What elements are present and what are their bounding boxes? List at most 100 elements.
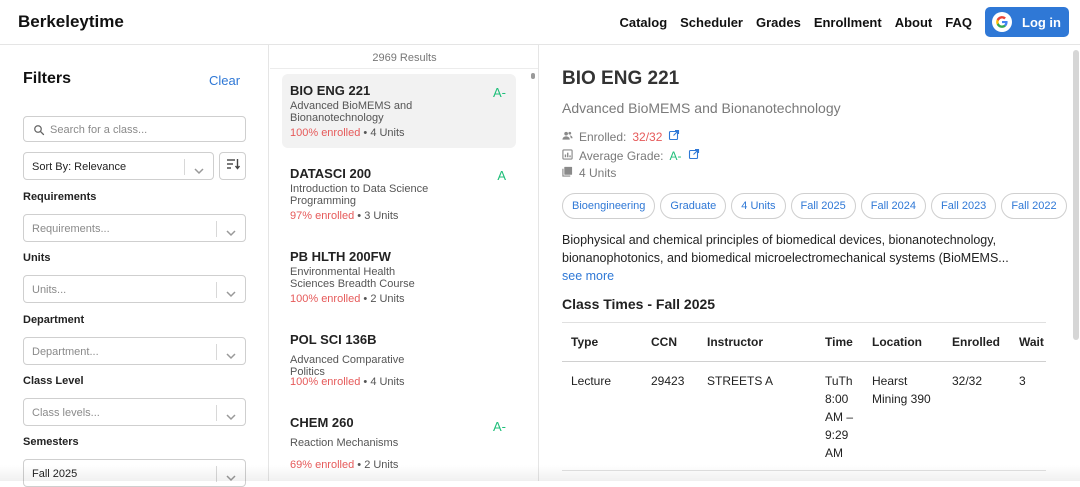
sort-by-value: Sort By: Relevance — [32, 161, 127, 173]
units-placeholder: Units... — [32, 284, 67, 296]
course-units: • 4 Units — [363, 376, 405, 388]
detail-scrollbar[interactable] — [1073, 50, 1079, 340]
chevron-down-icon — [226, 408, 236, 426]
course-meta: 100% enrolled • 4 Units — [290, 376, 405, 388]
course-code: CHEM 260 — [290, 415, 354, 430]
tag-level[interactable]: Graduate — [660, 193, 727, 219]
brand-logo[interactable]: Berkeleytime — [18, 12, 124, 32]
course-units: • 2 Units — [357, 459, 399, 471]
department-label: Department — [23, 314, 85, 326]
course-title: Environmental Health Sciences Breadth Co… — [290, 266, 415, 290]
chart-icon — [562, 148, 573, 163]
see-more-link[interactable]: see more — [562, 269, 614, 283]
cell-location: Hearst Mining 390 — [872, 374, 931, 406]
course-card[interactable]: DATASCI 200 A Introduction to Data Scien… — [282, 157, 516, 231]
requirements-placeholder: Requirements... — [32, 223, 110, 235]
course-title: Advanced BioMEMS and Bionanotechnology — [290, 100, 413, 124]
table-divider — [562, 361, 1046, 362]
external-link-icon[interactable] — [668, 129, 680, 144]
course-card[interactable]: BIO ENG 221 A- Advanced BioMEMS and Bion… — [282, 74, 516, 148]
result-count: 2969 Results — [372, 52, 437, 64]
units-select[interactable]: Units... — [23, 275, 246, 303]
chevron-down-icon — [226, 469, 236, 487]
col-header-enrolled: Enrolled — [952, 335, 1001, 349]
nav-catalog[interactable]: Catalog — [619, 15, 667, 30]
results-scrollbar[interactable] — [531, 73, 535, 79]
nav-faq[interactable]: FAQ — [945, 15, 972, 30]
enrolled-value: 32/32 — [632, 129, 663, 144]
nav-scheduler[interactable]: Scheduler — [680, 15, 743, 30]
course-card[interactable]: PB HLTH 200FW Environmental Health Scien… — [282, 240, 516, 314]
cell-enrolled: 32/32 — [952, 374, 983, 388]
course-code: BIO ENG 221 — [290, 83, 371, 98]
select-divider — [216, 221, 217, 237]
nav-grades[interactable]: Grades — [756, 15, 801, 30]
search-placeholder: Search for a class... — [50, 124, 148, 136]
select-divider — [216, 405, 217, 421]
units-stat: 4 Units — [562, 166, 616, 180]
semesters-select[interactable]: Fall 2025 — [23, 459, 246, 487]
course-description: Biophysical and chemical principles of b… — [562, 231, 1032, 285]
enrolled-stat: Enrolled: 32/32 — [562, 129, 680, 144]
tag-semester[interactable]: Fall 2025 — [790, 193, 856, 219]
divider — [270, 68, 538, 69]
course-title: Introduction to Data Science Programming — [290, 183, 429, 207]
sort-direction-button[interactable] — [219, 152, 246, 180]
requirements-label: Requirements — [23, 191, 97, 203]
course-units: • 4 Units — [363, 127, 405, 139]
course-grade: A — [497, 168, 506, 183]
enrolled-label: Enrolled: — [579, 129, 627, 144]
tag-semester[interactable]: Fall 2024 — [860, 193, 927, 219]
class-search-input[interactable]: Search for a class... — [23, 116, 246, 142]
department-placeholder: Department... — [32, 346, 99, 358]
tag-department[interactable]: Bioengineering — [562, 193, 656, 219]
table-divider — [562, 322, 1046, 323]
cell-ccn: 29423 — [651, 374, 685, 388]
course-grade: A- — [493, 85, 506, 100]
course-enrolled: 97% enrolled — [290, 210, 355, 222]
external-link-icon[interactable] — [688, 148, 700, 163]
course-title: Advanced Comparative Politics — [290, 354, 405, 378]
tag-units[interactable]: 4 Units — [731, 193, 786, 219]
class-level-select[interactable]: Class levels... — [23, 398, 246, 426]
tag-semester[interactable]: Fall 2022 — [1001, 193, 1067, 219]
nav-enrollment[interactable]: Enrollment — [814, 15, 882, 30]
course-card[interactable]: POL SCI 136B Advanced Comparative Politi… — [282, 323, 516, 397]
course-enrolled: 100% enrolled — [290, 293, 361, 305]
course-code: PB HLTH 200FW — [290, 249, 391, 264]
nav-about[interactable]: About — [895, 15, 933, 30]
results-panel: 2969 Results BIO ENG 221 A- Advanced Bio… — [270, 45, 539, 481]
semesters-value: Fall 2025 — [32, 468, 78, 480]
course-units: • 2 Units — [363, 293, 405, 305]
col-header-type: Type — [571, 335, 599, 349]
filters-panel: Filters Clear Search for a class... Sort… — [0, 45, 269, 487]
cell-wait: 3 — [1019, 374, 1026, 388]
book-icon — [562, 166, 573, 180]
units-value: 4 Units — [579, 166, 617, 180]
col-header-instructor: Instructor — [707, 335, 764, 349]
course-card[interactable]: CHEM 260 A- Reaction Mechanisms 69% enro… — [282, 406, 516, 480]
main-nav: Catalog Scheduler Grades Enrollment Abou… — [619, 15, 972, 30]
clear-filters-link[interactable]: Clear — [209, 73, 240, 88]
col-header-ccn: CCN — [651, 335, 677, 349]
course-code: POL SCI 136B — [290, 332, 377, 347]
course-code: DATASCI 200 — [290, 166, 372, 181]
table-divider — [562, 470, 1046, 471]
chevron-down-icon — [226, 347, 236, 365]
sort-by-select[interactable]: Sort By: Relevance — [23, 152, 214, 180]
login-button[interactable]: Log in — [985, 7, 1069, 37]
col-header-time: Time — [825, 335, 853, 349]
course-enrolled: 100% enrolled — [290, 127, 361, 139]
department-select[interactable]: Department... — [23, 337, 246, 365]
requirements-select[interactable]: Requirements... — [23, 214, 246, 242]
units-label: Units — [23, 252, 51, 264]
grade-value: A- — [669, 148, 682, 163]
login-label: Log in — [1022, 15, 1061, 30]
course-enrolled: 69% enrolled — [290, 459, 355, 471]
course-meta: 69% enrolled • 2 Units — [290, 459, 398, 471]
select-divider — [216, 466, 217, 482]
top-header: Berkeleytime Catalog Scheduler Grades En… — [0, 0, 1080, 45]
tag-semester[interactable]: Fall 2023 — [931, 193, 997, 219]
course-meta: 100% enrolled • 4 Units — [290, 127, 405, 139]
description-text: Biophysical and chemical principles of b… — [562, 233, 1009, 265]
